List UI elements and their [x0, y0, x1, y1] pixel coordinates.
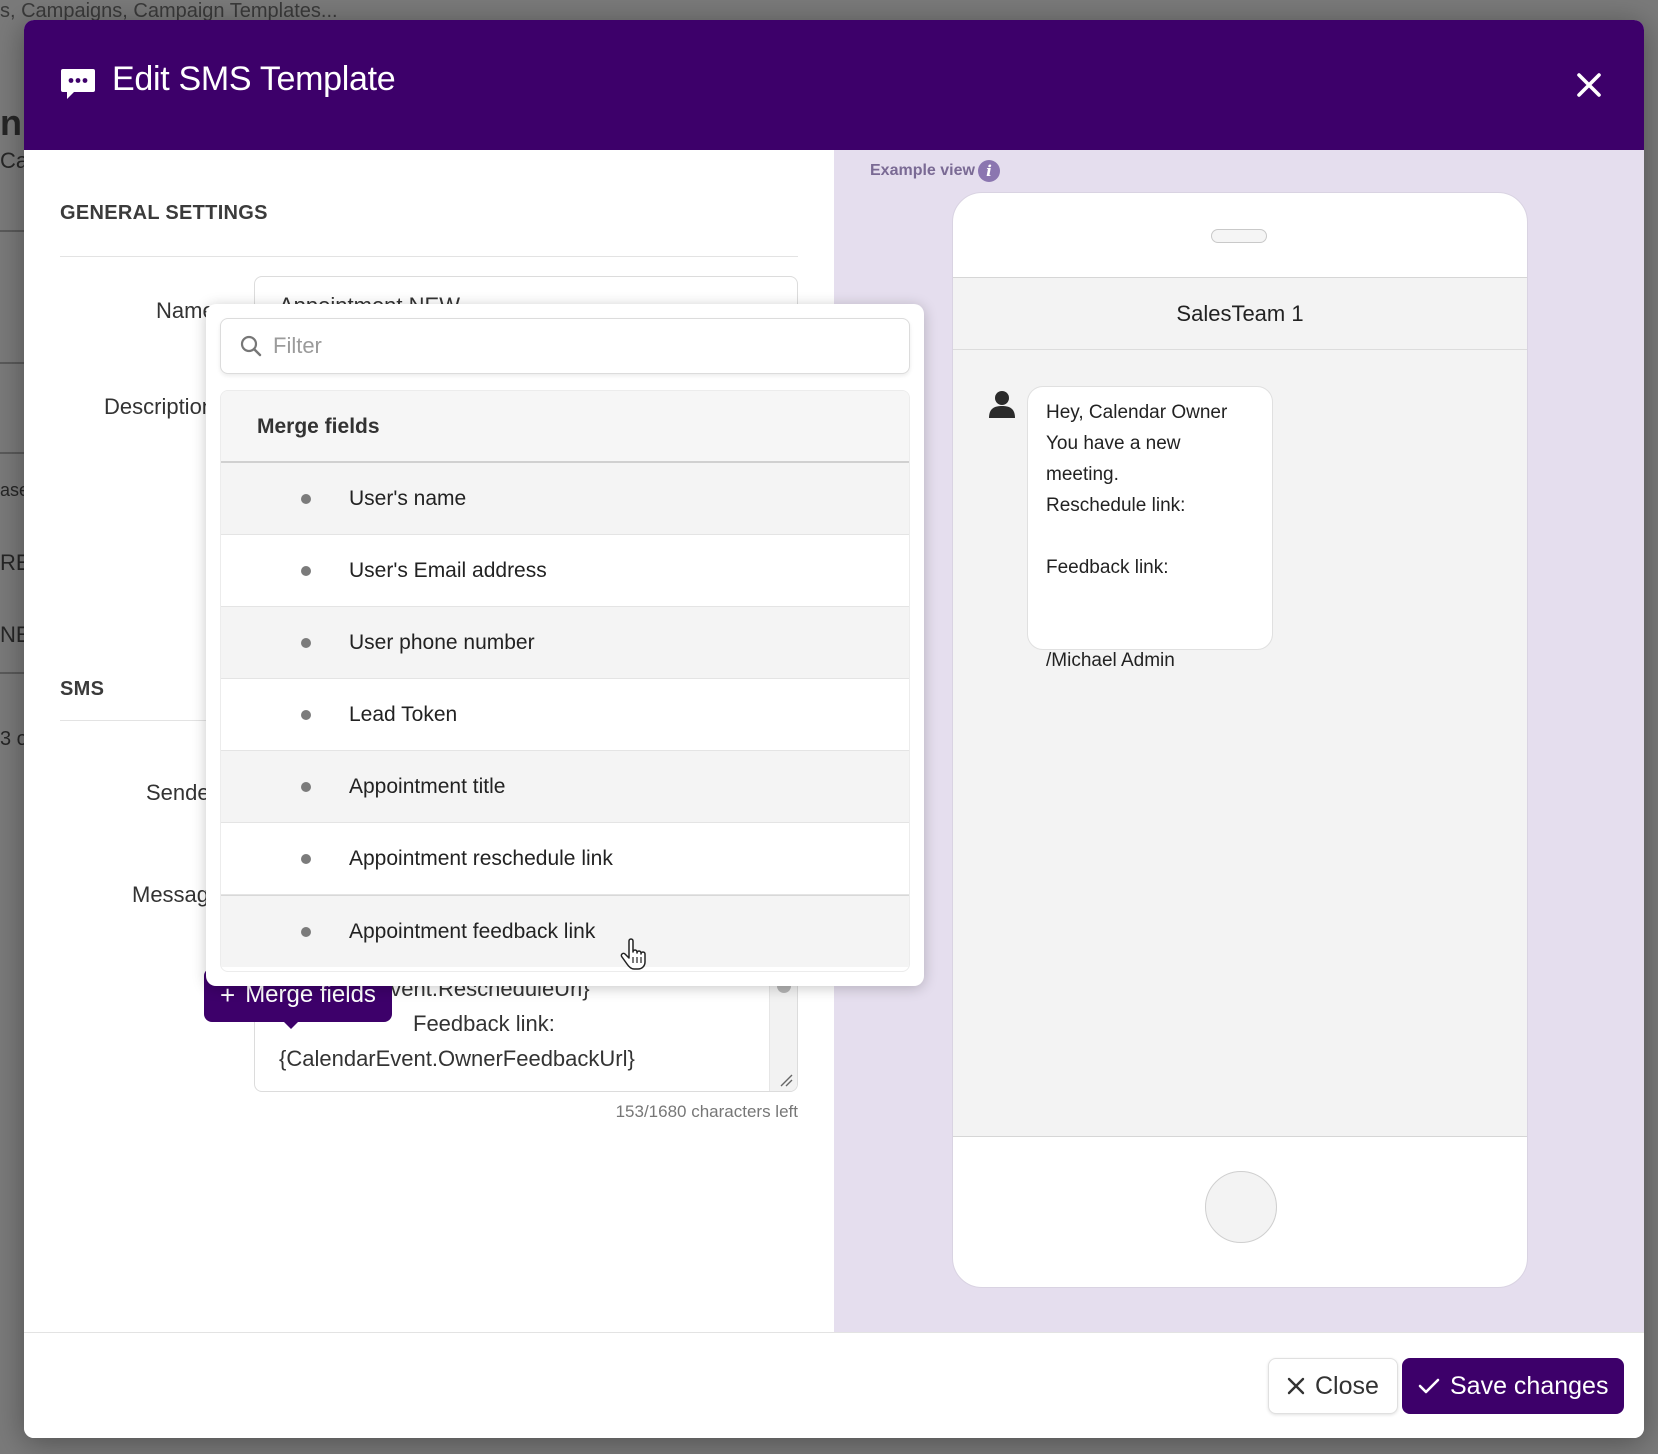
bullet [301, 927, 311, 937]
background-text: ase [0, 480, 24, 500]
bullet [301, 782, 311, 792]
merge-field-item[interactable]: User's Email address [221, 535, 909, 607]
background-text: npl [0, 102, 24, 143]
filter-field[interactable] [220, 318, 910, 374]
description-label: Description [104, 394, 215, 419]
merge-button-caret [282, 1020, 300, 1029]
save-changes-button-label: Save changes [1450, 1371, 1609, 1400]
merge-field-label: Lead Token [349, 703, 458, 726]
close-icon [1287, 1377, 1305, 1395]
merge-field-label: User phone number [349, 631, 535, 654]
background-divider [0, 362, 24, 364]
bullet [301, 566, 311, 576]
save-changes-button[interactable]: Save changes [1402, 1358, 1625, 1414]
merge-field-label: Appointment reschedule link [349, 847, 613, 870]
bullet [301, 494, 311, 504]
merge-field-item[interactable]: Lead Token [221, 679, 909, 751]
close-icon[interactable] [1574, 70, 1604, 100]
chat-bubble-icon [61, 69, 95, 99]
phone-speaker [1211, 229, 1267, 243]
close-button[interactable]: Close [1268, 1358, 1398, 1414]
section-divider [60, 256, 798, 257]
user-icon [989, 391, 1015, 418]
background-divider [0, 672, 24, 674]
merge-field-items: User's name User's Email address User ph… [221, 463, 909, 967]
modal-footer: Close Save changes [24, 1332, 1644, 1438]
sms-preview-bubble: Hey, Calendar Owner You have a new meeti… [1027, 386, 1273, 671]
merge-field-label: Appointment feedback link [349, 920, 596, 943]
check-icon [1418, 1378, 1440, 1394]
close-button-label: Close [1315, 1371, 1379, 1400]
phone-mockup: SalesTeam 1 Hey, Calendar Owner You have… [952, 192, 1528, 1288]
example-view-panel: Example view i SalesTeam 1 Hey, Calendar… [834, 150, 1644, 1332]
example-view-label: Example view [870, 162, 975, 179]
bullet [301, 710, 311, 720]
phone-screen: SalesTeam 1 Hey, Calendar Owner You have… [953, 277, 1527, 1137]
merge-fields-dropdown: Merge fields User's name User's Email ad… [206, 304, 924, 986]
modal-header: Edit SMS Template [24, 20, 1644, 150]
background-divider [0, 230, 24, 232]
merge-field-item[interactable]: User's name [221, 463, 909, 535]
hand-cursor-icon [620, 938, 646, 970]
merge-field-label: Appointment title [349, 775, 506, 798]
sms-section-title: SMS [60, 678, 105, 700]
merge-field-item[interactable]: Appointment title [221, 751, 909, 823]
background-text: 3 of [0, 728, 24, 750]
merge-field-item[interactable]: Appointment reschedule link [221, 823, 909, 895]
general-settings-title: GENERAL SETTINGS [60, 202, 268, 224]
resize-grip-icon[interactable] [779, 1073, 793, 1087]
bullet [301, 854, 311, 864]
message-line: {CalendarEvent.OwnerFeedbackUrl} [279, 1046, 635, 1071]
merge-field-label: User's name [349, 487, 467, 510]
background-text: Can [0, 148, 24, 173]
phone-home-button [1205, 1171, 1277, 1243]
modal-title: Edit SMS Template [112, 60, 396, 98]
character-counter: 153/1680 characters left [615, 1102, 798, 1121]
merge-fields-group-header: Merge fields [221, 391, 909, 463]
merge-field-item[interactable]: User phone number [221, 607, 909, 679]
merge-field-item[interactable]: Appointment feedback link [221, 895, 909, 967]
info-icon[interactable]: i [978, 160, 1000, 182]
background-text: RE [0, 550, 24, 575]
merge-fields-list: Merge fields User's name User's Email ad… [220, 390, 910, 972]
search-icon [240, 335, 262, 357]
bullet [301, 638, 311, 648]
merge-field-label: User's Email address [349, 559, 547, 582]
filter-input[interactable] [273, 327, 893, 365]
background-text: NE [0, 622, 24, 647]
contact-name: SalesTeam 1 [953, 278, 1527, 350]
background-divider [0, 452, 24, 454]
